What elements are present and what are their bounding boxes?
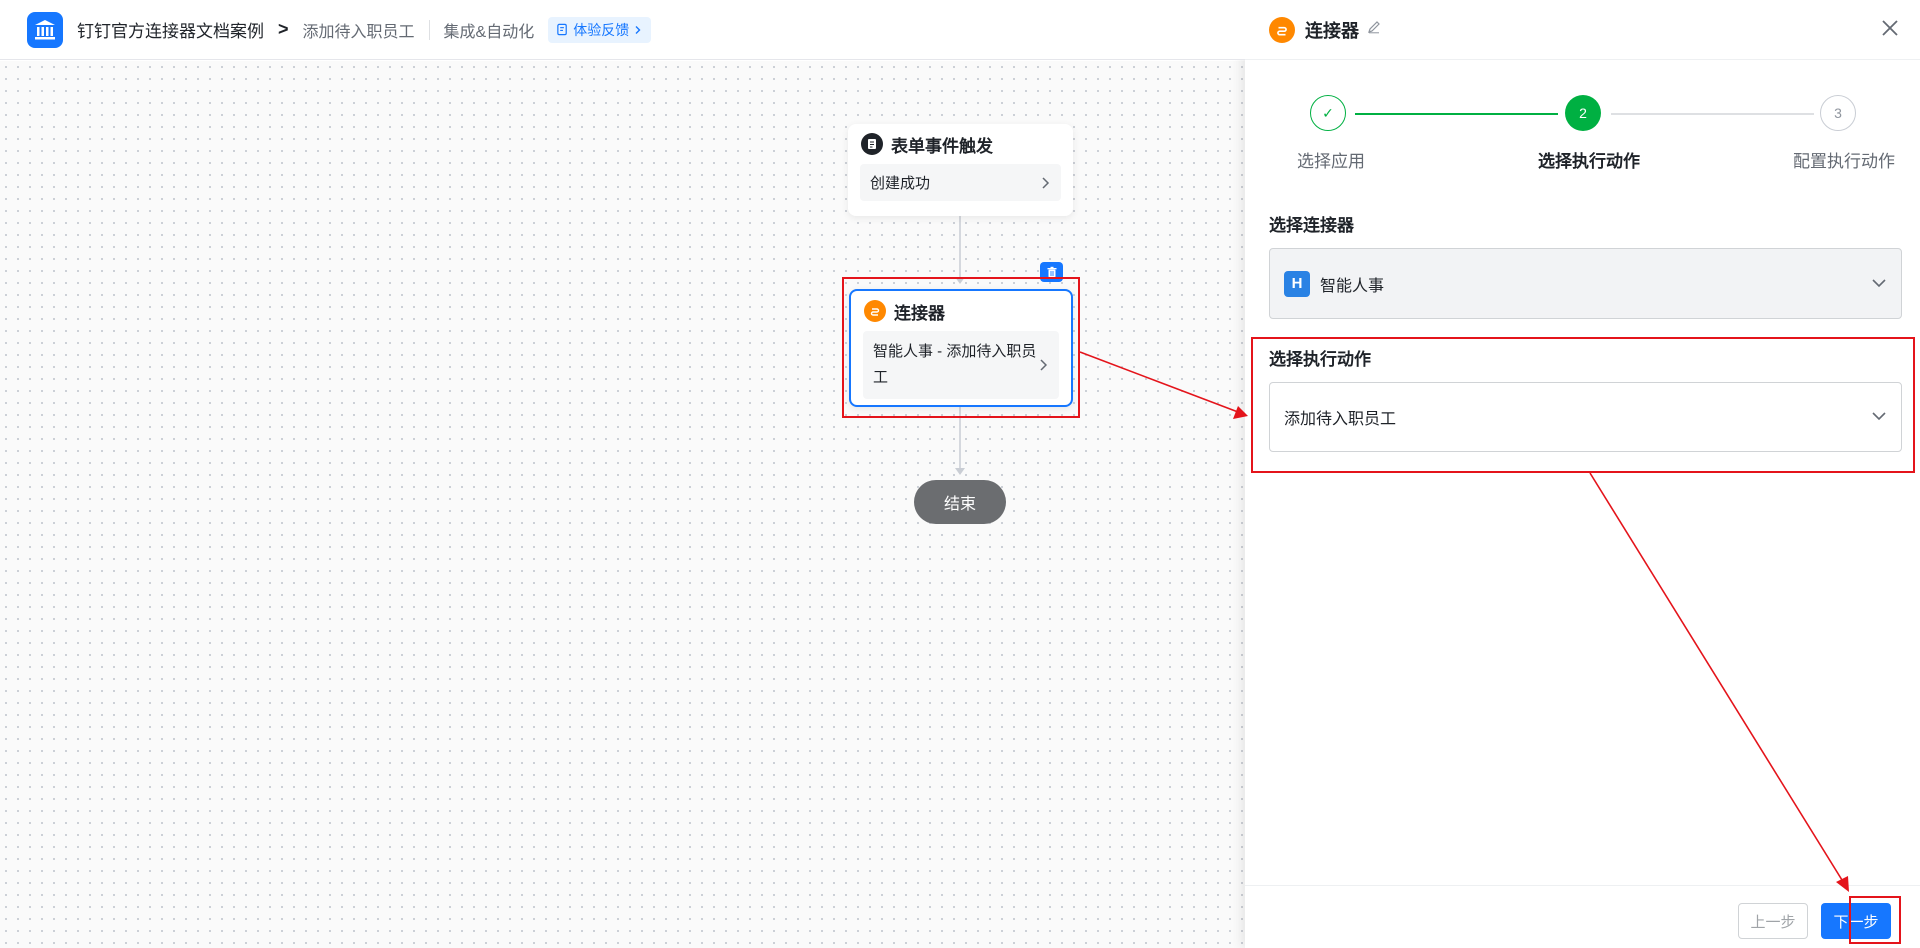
panel-footer: 上一步 下一步 (1245, 885, 1920, 948)
close-panel-button[interactable] (1880, 18, 1900, 43)
end-node[interactable]: 结束 (914, 480, 1006, 524)
close-icon (1882, 20, 1898, 36)
chevron-right-icon (635, 25, 641, 34)
highlight-next-button (1849, 896, 1901, 944)
app-logo-icon[interactable] (27, 11, 63, 48)
step-line-done (1355, 113, 1558, 115)
step-3-circle: 3 (1820, 95, 1856, 131)
step-1-circle: ✓ (1310, 95, 1346, 131)
highlight-connector-node (842, 277, 1080, 418)
smart-hr-logo-icon: H (1284, 270, 1310, 297)
trigger-node-body[interactable]: 创建成功 (860, 164, 1061, 201)
step-line-pending (1611, 113, 1814, 115)
connector-select-value: 智能人事 (1320, 277, 1385, 295)
app-title[interactable]: 钉钉官方连接器文档案例 (77, 17, 264, 42)
previous-step-button[interactable]: 上一步 (1738, 903, 1808, 939)
trigger-node[interactable]: 表单事件触发 创建成功 (848, 124, 1073, 216)
connector-field-label: 选择连接器 (1269, 216, 1354, 235)
feedback-button[interactable]: 体验反馈 (548, 16, 652, 43)
flow-canvas[interactable]: 表单事件触发 创建成功 连接器 智能人事 - 添加待入职员工 结束 (0, 61, 1245, 948)
step-2-label: 选择执行动作 (1538, 152, 1640, 171)
trigger-node-title: 表单事件触发 (891, 136, 993, 156)
chevron-right-icon (1042, 176, 1050, 189)
highlight-action-field (1251, 337, 1915, 473)
breadcrumb-arrow-icon: > (278, 19, 289, 39)
step-indicator: ✓ 2 3 选择应用 选择执行动作 配置执行动作 (1245, 95, 1920, 175)
feedback-icon (557, 23, 568, 36)
chevron-down-icon (1871, 275, 1887, 293)
panel-title: 连接器 (1305, 20, 1359, 41)
pencil-icon (1368, 21, 1380, 34)
header-divider (428, 19, 430, 40)
step-1-label: 选择应用 (1297, 152, 1365, 171)
form-document-icon (861, 133, 883, 155)
step-3-label: 配置执行动作 (1793, 152, 1895, 171)
connector-select[interactable]: H 智能人事 (1269, 248, 1902, 319)
connector-config-panel: 连接器 ✓ 2 3 选择应用 选择执行动作 配置执行动作 选择连接器 H 智能人… (1245, 0, 1920, 948)
step-2-circle: 2 (1565, 95, 1601, 131)
top-header: 钉钉官方连接器文档案例 > 添加待入职员工 集成&自动化 体验反馈 (0, 0, 1245, 60)
integration-automation-link[interactable]: 集成&自动化 (444, 18, 535, 42)
breadcrumb-page-name[interactable]: 添加待入职员工 (303, 18, 415, 42)
connector-icon (1269, 16, 1295, 43)
edit-title-button[interactable] (1367, 20, 1381, 39)
trigger-node-event: 创建成功 (870, 175, 931, 192)
feedback-label: 体验反馈 (573, 21, 630, 38)
